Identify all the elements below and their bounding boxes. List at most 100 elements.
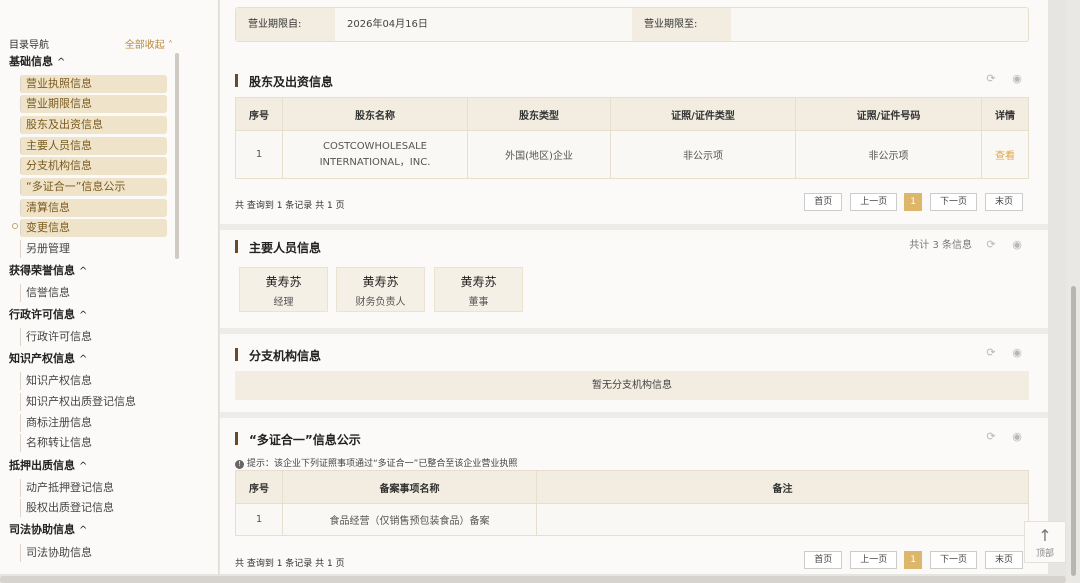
section-divider bbox=[220, 412, 1048, 418]
chevron-up-icon: ^ bbox=[79, 525, 88, 536]
multi-cert-table: 序号 备案事项名称 备注 1 食品经营（仅销售预包装食品）备案 bbox=[235, 470, 1029, 536]
branches-title: 分支机构信息 bbox=[235, 347, 321, 363]
nav-item-trademark[interactable]: 商标注册信息 bbox=[20, 414, 92, 432]
personnel-count: 共计 3 条信息 bbox=[909, 240, 972, 251]
cell-shareholder-name: COSTCOWHOLESALE INTERNATIONAL，INC. bbox=[282, 130, 468, 179]
personnel-tools: 共计 3 条信息 ⟳ ◉ bbox=[909, 237, 1024, 253]
nav-item-chattel-mortgage[interactable]: 动产抵押登记信息 bbox=[20, 479, 114, 497]
nav-group-judicial[interactable]: 司法协助信息 ^ bbox=[9, 521, 87, 539]
nav-item-equity-pledge[interactable]: 股权出质登记信息 bbox=[20, 499, 114, 517]
cell-remark bbox=[536, 503, 1029, 536]
nav-item-shareholders[interactable]: 股东及出资信息 bbox=[20, 116, 167, 134]
cell-filing-item: 食品经营（仅销售预包装食品）备案 bbox=[282, 503, 537, 536]
page-scrollbar-thumb[interactable] bbox=[1071, 286, 1076, 576]
table-row: 1 COSTCOWHOLESALE INTERNATIONAL，INC. 外国(… bbox=[235, 130, 1029, 179]
eye-icon[interactable]: ◉ bbox=[1010, 71, 1024, 87]
nav-item-term[interactable]: 营业期限信息 bbox=[20, 95, 167, 113]
nav-item-changes[interactable]: 变更信息 bbox=[20, 219, 167, 237]
nav-current-dot bbox=[12, 223, 18, 229]
shareholders-record-summary: 共 查询到 1 条记录 共 1 页 bbox=[235, 201, 345, 211]
shareholders-table: 序号 股东名称 股东类型 证照/证件类型 证照/证件号码 详情 1 COSTCO… bbox=[235, 97, 1029, 179]
col-header: 序号 bbox=[235, 470, 283, 504]
nav-item-ip[interactable]: 知识产权信息 bbox=[20, 372, 92, 390]
eye-icon[interactable]: ◉ bbox=[1010, 345, 1024, 361]
branches-empty-message: 暂无分支机构信息 bbox=[235, 371, 1029, 400]
collapse-all-button[interactable]: 全部收起 ˄ bbox=[125, 36, 173, 51]
nav-group-admin-license[interactable]: 行政许可信息 ^ bbox=[9, 306, 87, 324]
main-content: 营业期限自: 2026年04月16日 营业期限至: 股东及出资信息 ⟳ ◉ 序号 … bbox=[220, 0, 1048, 574]
refresh-icon[interactable]: ⟳ bbox=[984, 71, 998, 87]
nav-group-pledge[interactable]: 抵押出质信息 ^ bbox=[9, 457, 87, 475]
nav-item-judicial[interactable]: 司法协助信息 bbox=[20, 544, 92, 562]
page-1-button[interactable]: 1 bbox=[904, 551, 922, 569]
multi-cert-hint: ! 提示：该企业下列证照事项通过“多证合一”已整合至该企业营业执照 bbox=[235, 456, 517, 469]
nav-item-license[interactable]: 营业执照信息 bbox=[20, 75, 167, 93]
branches-tools: ⟳ ◉ bbox=[972, 345, 1024, 361]
col-header: 证照/证件类型 bbox=[610, 97, 796, 131]
page-1-button[interactable]: 1 bbox=[904, 193, 922, 211]
person-card[interactable]: 黄寿苏 财务负责人 bbox=[336, 267, 425, 312]
next-page-button[interactable]: 下一页 bbox=[929, 193, 977, 211]
nav-item-credit[interactable]: 信誉信息 bbox=[20, 284, 70, 302]
multi-cert-table-wrap: 序号 备案事项名称 备注 1 食品经营（仅销售预包装食品）备案 bbox=[235, 470, 1029, 536]
person-role: 经理 bbox=[273, 297, 294, 308]
first-page-button[interactable]: 首页 bbox=[804, 551, 843, 569]
nav-group-honors[interactable]: 获得荣誉信息 ^ bbox=[9, 262, 87, 280]
cell-index: 1 bbox=[235, 503, 283, 536]
shareholders-title: 股东及出资信息 bbox=[235, 73, 333, 89]
multi-cert-tools: ⟳ ◉ bbox=[972, 429, 1024, 445]
business-term-row: 营业期限自: 2026年04月16日 营业期限至: bbox=[235, 7, 1029, 42]
eye-icon[interactable]: ◉ bbox=[1010, 429, 1024, 445]
last-page-button[interactable]: 末页 bbox=[984, 551, 1023, 569]
sidebar-scrollbar[interactable] bbox=[175, 53, 179, 259]
nav-item-name-transfer[interactable]: 名称转让信息 bbox=[20, 434, 92, 452]
col-header: 股东类型 bbox=[467, 97, 611, 131]
person-card[interactable]: 黄寿苏 董事 bbox=[434, 267, 523, 312]
refresh-icon[interactable]: ⟳ bbox=[984, 429, 998, 445]
info-icon: ! bbox=[235, 460, 244, 469]
section-divider bbox=[220, 328, 1048, 334]
col-header: 备案事项名称 bbox=[282, 470, 537, 504]
shareholders-tools: ⟳ ◉ bbox=[972, 71, 1024, 87]
chevron-up-icon: ^ bbox=[57, 57, 66, 68]
horizontal-scrollbar[interactable] bbox=[0, 576, 1066, 583]
prev-page-button[interactable]: 上一页 bbox=[850, 193, 898, 211]
term-from-label: 营业期限自: bbox=[236, 8, 335, 41]
next-page-button[interactable]: 下一页 bbox=[929, 551, 977, 569]
nav-item-ip-pledge[interactable]: 知识产权出质登记信息 bbox=[20, 393, 136, 411]
nav-group-ip[interactable]: 知识产权信息 ^ bbox=[9, 350, 87, 368]
term-to-value bbox=[731, 8, 1028, 41]
eye-icon[interactable]: ◉ bbox=[1010, 237, 1024, 253]
person-name: 黄寿苏 bbox=[460, 275, 497, 289]
sidebar: 目录导航 全部收起 ˄ 基础信息 ^ 营业执照信息 营业期限信息 股东及出资信息 … bbox=[0, 0, 219, 574]
last-page-button[interactable]: 末页 bbox=[984, 193, 1023, 211]
col-header: 详情 bbox=[981, 97, 1029, 131]
table-row: 1 食品经营（仅销售预包装食品）备案 bbox=[235, 503, 1029, 536]
refresh-icon[interactable]: ⟳ bbox=[984, 345, 998, 361]
chevron-up-icon: ^ bbox=[79, 461, 88, 472]
refresh-icon[interactable]: ⟳ bbox=[984, 237, 998, 253]
nav-item-personnel[interactable]: 主要人员信息 bbox=[20, 137, 167, 155]
back-to-top-button[interactable]: ↑ 顶部 bbox=[1024, 521, 1066, 563]
cell-cert-type: 非公示项 bbox=[610, 130, 796, 179]
cell-cert-number: 非公示项 bbox=[795, 130, 982, 179]
multi-cert-title: “多证合一”信息公示 bbox=[235, 431, 361, 447]
nav-header: 目录导航 全部收起 ˄ bbox=[9, 36, 173, 51]
nav-item-multi-cert[interactable]: “多证合一”信息公示 bbox=[20, 178, 167, 196]
chevron-up-icon: ^ bbox=[79, 310, 88, 321]
col-header: 序号 bbox=[235, 97, 283, 131]
nav-item-separate-register[interactable]: 另册管理 bbox=[20, 240, 70, 258]
first-page-button[interactable]: 首页 bbox=[804, 193, 843, 211]
nav-item-branches[interactable]: 分支机构信息 bbox=[20, 157, 167, 175]
nav-group-basic[interactable]: 基础信息 ^ bbox=[9, 53, 65, 71]
person-role: 财务负责人 bbox=[355, 297, 406, 308]
shareholders-pagination: 首页 上一页 1 下一页 末页 bbox=[796, 193, 1023, 211]
person-card[interactable]: 黄寿苏 经理 bbox=[239, 267, 328, 312]
nav-item-admin-license[interactable]: 行政许可信息 bbox=[20, 328, 92, 346]
term-from-value: 2026年04月16日 bbox=[347, 19, 428, 30]
multi-cert-hint-text: 提示：该企业下列证照事项通过“多证合一”已整合至该企业营业执照 bbox=[247, 459, 518, 469]
prev-page-button[interactable]: 上一页 bbox=[850, 551, 898, 569]
view-detail-link[interactable]: 查看 bbox=[981, 130, 1029, 179]
multi-cert-pagination: 首页 上一页 1 下一页 末页 bbox=[796, 551, 1023, 569]
nav-item-liquidation[interactable]: 清算信息 bbox=[20, 199, 167, 217]
